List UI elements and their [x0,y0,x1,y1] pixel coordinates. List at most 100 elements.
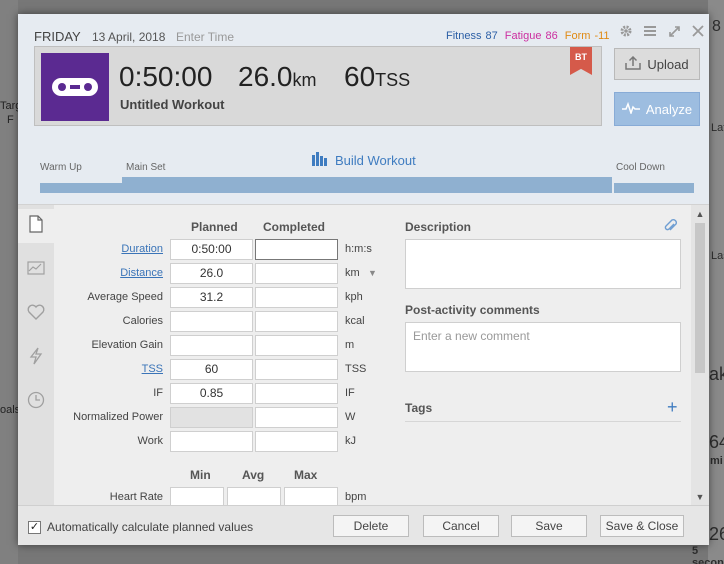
expand-icon[interactable] [666,23,682,39]
distance-unit-select[interactable]: km [345,267,360,279]
form-value: -11 [594,30,610,42]
cancel-button[interactable]: Cancel [423,515,499,537]
scroll-up-icon[interactable]: ▲ [694,208,706,220]
avg-speed-unit: kph [345,291,363,303]
workout-title[interactable]: Untitled Workout [120,97,224,112]
elevation-unit: m [345,339,355,351]
hr-max-input[interactable] [284,487,338,505]
avg-speed-completed-input[interactable] [255,287,338,308]
scroll-down-icon[interactable]: ▼ [694,491,706,503]
save-button[interactable]: Save [511,515,587,537]
power-tab[interactable] [18,341,54,375]
duration-label[interactable]: Duration [53,243,163,255]
summary-tab[interactable] [18,209,54,243]
background-left-strip [0,0,18,564]
heart-icon [27,304,45,325]
fitness-value: 87 [485,30,498,42]
avg-speed-planned-input[interactable]: 31.2 [170,287,253,308]
background-right-strip [708,0,724,564]
duration-planned-input[interactable]: 0:50:00 [170,239,253,260]
paperclip-icon[interactable] [663,218,677,237]
hr-min-input[interactable] [170,487,224,505]
elevation-completed-input[interactable] [255,335,338,356]
workout-summary-card: 0:50:00 26.0km 60TSS Untitled Workout BT [34,46,602,126]
if-unit: IF [345,387,355,399]
heart-rate-label: Heart Rate [109,491,163,503]
bg-fragment: Las [711,250,724,262]
distance-planned-input[interactable]: 26.0 [170,263,253,284]
tss-completed-input[interactable] [255,359,338,380]
lightning-icon [29,347,43,370]
enter-time-link[interactable]: Enter Time [176,30,234,44]
cool-down-bar[interactable] [614,183,694,193]
form-label: Form [564,30,591,42]
calories-planned-input[interactable] [170,311,253,332]
tss-unit: TSS [375,70,411,90]
calories-completed-input[interactable] [255,311,338,332]
duration-completed-input[interactable] [255,239,338,260]
day-label: FRIDAY [34,29,81,44]
build-workout-link[interactable]: Build Workout [311,152,416,169]
tss-value: 60 [344,61,376,92]
date-label[interactable]: 13 April, 2018 [92,30,165,44]
bg-fragment: mi [710,455,723,467]
add-tag-icon[interactable]: + [667,397,678,418]
header-icons [618,23,706,39]
tss-label[interactable]: TSS [53,363,163,375]
graph-tab[interactable] [18,253,54,287]
content-scrollbar[interactable]: ▲ ▼ [691,205,709,505]
auto-calc-checkbox[interactable]: ✓ [28,520,41,534]
distance-value: 26.0 [238,61,293,92]
hr-avg-input[interactable] [227,487,281,505]
max-header: Max [294,468,318,482]
distance-completed-input[interactable] [255,263,338,284]
avg-speed-label: Average Speed [87,291,163,303]
clock-icon [27,391,45,414]
workout-builder-strip: Build Workout Warm Up Main Set Cool Down [18,144,709,204]
work-unit: kJ [345,435,356,447]
analyze-button[interactable]: Analyze [614,92,700,126]
delete-button[interactable]: Delete [333,515,409,537]
work-completed-input[interactable] [255,431,338,452]
avg-header: Avg [242,468,265,482]
description-input[interactable] [405,239,681,289]
auto-calc-control[interactable]: ✓ Automatically calculate planned values [28,520,253,534]
description-heading: Description [405,220,472,234]
planned-distance-display: 26.0km [238,61,317,93]
save-close-button[interactable]: Save & Close [600,515,684,537]
menu-icon[interactable] [642,23,658,39]
bg-fragment: F [7,114,14,126]
main-set-bar[interactable] [122,177,612,193]
if-planned-input[interactable]: 0.85 [170,383,253,404]
if-completed-input[interactable] [255,383,338,404]
gear-icon[interactable] [618,23,634,39]
np-completed-input[interactable] [255,407,338,428]
bike-chain-icon[interactable] [41,53,109,121]
dialog-header: FRIDAY 13 April, 2018 Enter Time Fitness… [18,14,709,204]
upload-icon [625,55,642,73]
time-tab[interactable] [18,385,54,419]
close-icon[interactable] [690,23,706,39]
planned-header: Planned [191,220,238,234]
work-label: Work [137,435,163,447]
upload-button[interactable]: Upload [614,48,700,80]
document-icon [29,214,43,238]
fatigue-value: 86 [545,30,558,42]
comment-input[interactable]: Enter a new comment [405,322,681,372]
warm-up-bar[interactable] [40,183,122,193]
chevron-down-icon[interactable]: ▼ [368,268,377,278]
scroll-thumb[interactable] [695,223,705,373]
work-planned-input[interactable] [170,431,253,452]
health-tab[interactable] [18,297,54,331]
bar-chart-icon [311,152,329,169]
duration-unit: h:m:s [345,243,372,255]
planned-tss-display: 60TSS [344,61,410,93]
elevation-planned-input[interactable] [170,335,253,356]
distance-label[interactable]: Distance [53,267,163,279]
tss-planned-input[interactable]: 60 [170,359,253,380]
auto-calc-label: Automatically calculate planned values [47,520,254,534]
bg-fragment: Lat [711,122,724,134]
min-header: Min [190,468,211,482]
comments-heading: Post-activity comments [405,303,540,317]
dialog-footer: ✓ Automatically calculate planned values… [18,505,709,545]
